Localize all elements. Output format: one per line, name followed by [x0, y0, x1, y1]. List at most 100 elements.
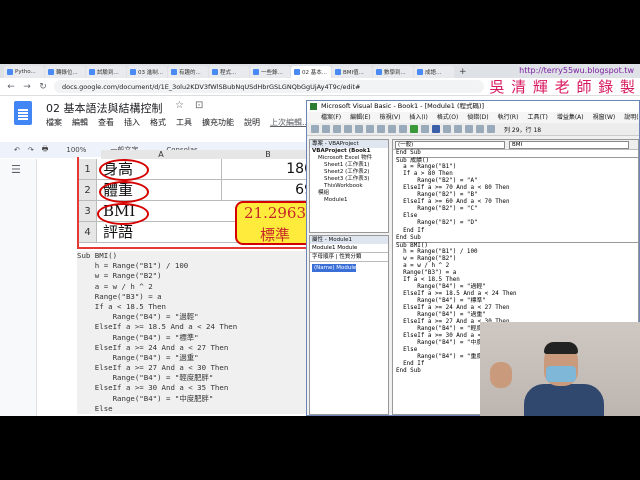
tab-label: 數學到... — [384, 70, 406, 76]
browser-tab[interactable]: 程式... — [209, 66, 249, 78]
browser-tab-active[interactable]: 02 基本... — [291, 66, 331, 78]
code-line: Range("B4") = "過重" — [77, 352, 309, 364]
vbe-menu-insert[interactable]: 插入(I) — [409, 112, 427, 123]
star-icon[interactable]: ☆ — [175, 100, 184, 111]
paste-icon[interactable] — [366, 125, 374, 133]
tree-item-vbaproject[interactable]: VBAProject (Book1 — [310, 148, 388, 155]
url-field[interactable]: docs.google.com/document/d/1E_3olu2KDV3f… — [54, 80, 484, 93]
vbe-menu-addins[interactable]: 增益集(A) — [557, 112, 584, 123]
vbe-menu-tools[interactable]: 工具(T) — [527, 112, 547, 123]
document-page[interactable]: A B 1 身高 180 2 體重 69 3 BMI 4 評語 21.2963 … — [36, 150, 337, 416]
menu-extensions[interactable]: 擴充功能 — [202, 117, 234, 128]
object-select[interactable]: (一般) — [395, 141, 505, 149]
save-icon[interactable] — [333, 125, 341, 133]
browser-tab[interactable]: 03 進制... — [127, 66, 167, 78]
tab-label: 程式... — [220, 70, 237, 76]
annotation-circle — [99, 159, 149, 181]
properties-tabs[interactable]: 字母順序 | 性質分類 — [310, 253, 388, 262]
tree-item-sheet2[interactable]: Sheet2 (工作表2) — [310, 169, 388, 176]
outline-icon[interactable]: ☰ — [11, 163, 21, 176]
browser-tab[interactable]: 一些錄... — [250, 66, 290, 78]
menu-file[interactable]: 檔案 — [46, 117, 62, 128]
menu-edit[interactable]: 編輯 — [72, 117, 88, 128]
code-line: Sub BMI() — [77, 251, 309, 262]
vbe-code-line: Range("B2") = "B" — [396, 192, 478, 199]
move-to-folder-icon[interactable]: ⊡ — [195, 100, 203, 111]
menu-format[interactable]: 格式 — [150, 117, 166, 128]
code-line: Range("B4") = "中度肥胖" — [77, 393, 309, 404]
vbe-menu-help[interactable]: 說明(H) — [624, 112, 639, 123]
vbe-code-line: Sub BMI() — [396, 241, 638, 249]
toolbox-icon[interactable] — [487, 125, 495, 133]
run-icon[interactable] — [410, 125, 418, 133]
procedure-select[interactable]: BMI — [509, 141, 629, 149]
menu-tools[interactable]: 工具 — [176, 117, 192, 128]
document-title[interactable]: 02 基本語法與結構控制 — [46, 100, 163, 116]
tree-item-sheet1[interactable]: Sheet1 (工作表1) — [310, 162, 388, 169]
insert-module-icon[interactable] — [322, 125, 330, 133]
project-explorer-icon[interactable] — [454, 125, 462, 133]
tree-item-module1[interactable]: Module1 — [310, 197, 388, 204]
print-icon[interactable]: 🖶 — [42, 145, 49, 156]
menu-insert[interactable]: 插入 — [124, 117, 140, 128]
cursor-position: 列 29，行 18 — [504, 126, 542, 134]
browser-tab[interactable]: 試驗到... — [86, 66, 126, 78]
tree-item-modules[interactable]: 模組 — [310, 190, 388, 197]
vbe-title-bar[interactable]: Microsoft Visual Basic - Book1 - [Module… — [307, 101, 639, 112]
back-icon[interactable]: ← — [6, 82, 16, 92]
property-name-row[interactable]: (Name) Module1 — [312, 264, 356, 272]
cut-icon[interactable] — [344, 125, 352, 133]
vbe-menu-format[interactable]: 格式(O) — [437, 112, 458, 123]
break-icon[interactable] — [421, 125, 429, 133]
undo-icon[interactable]: ↶ — [14, 146, 20, 154]
tree-item-excel-objects[interactable]: Microsoft Excel 物件 — [310, 155, 388, 162]
browser-tab[interactable]: Pytho... — [4, 66, 44, 78]
browser-tab[interactable]: 數學到... — [373, 66, 413, 78]
cell-b1: 180 — [221, 159, 315, 179]
vbe-menu-debug[interactable]: 偵錯(D) — [467, 112, 488, 123]
tree-item-thisworkbook[interactable]: ThisWorkbook — [310, 183, 388, 190]
vbe-menu-file[interactable]: 檔案(F) — [321, 112, 341, 123]
excel-view-icon[interactable] — [311, 125, 319, 133]
presenter-mask — [546, 366, 576, 382]
tree-item-sheet3[interactable]: Sheet3 (工作表3) — [310, 176, 388, 183]
vbe-code-line: Range("B2") = "C" — [396, 206, 478, 213]
undo-icon[interactable] — [388, 125, 396, 133]
vbe-menu-view[interactable]: 檢視(V) — [380, 112, 401, 123]
row-number: 3 — [79, 201, 97, 221]
vbe-code-line: Range("B4") = "過重" — [396, 312, 486, 319]
vbe-menu-run[interactable]: 執行(R) — [498, 112, 519, 123]
copy-icon[interactable] — [355, 125, 363, 133]
menu-view[interactable]: 查看 — [98, 117, 114, 128]
properties-object-select[interactable]: Module1 Module — [310, 244, 388, 253]
reload-icon[interactable]: ↻ — [38, 82, 48, 92]
find-icon[interactable] — [377, 125, 385, 133]
properties-icon[interactable] — [465, 125, 473, 133]
favicon-icon — [294, 69, 300, 75]
browser-tab[interactable]: BMI值... — [332, 66, 372, 78]
code-line: ElseIf a >= 18.5 And a < 24 Then — [77, 322, 309, 333]
redo-icon[interactable]: ↷ — [28, 146, 34, 154]
column-header-b: B — [221, 150, 315, 159]
vbe-toolbar: 列 29，行 18 — [307, 123, 639, 136]
vbe-menu-window[interactable]: 視窗(W) — [593, 112, 616, 123]
last-edit-link[interactable]: 上次編輯... — [270, 117, 310, 128]
object-browser-icon[interactable] — [476, 125, 484, 133]
screen: Pytho... 轉錄位... 試驗到... 03 進制... 有趣的... 程… — [0, 64, 640, 416]
menu-help[interactable]: 說明 — [244, 117, 260, 128]
zoom-select[interactable]: 100% — [66, 146, 86, 154]
watermark-name: 吳 清 輝 老 師 錄 製 — [489, 78, 636, 96]
browser-tab[interactable]: 轉錄位... — [45, 66, 85, 78]
design-mode-icon[interactable] — [443, 125, 451, 133]
vbe-menu-edit[interactable]: 編輯(E) — [350, 112, 370, 123]
vbe-code-line: Sub 成績() — [396, 157, 638, 164]
docs-logo-icon[interactable] — [14, 101, 32, 125]
document-code-block: Sub BMI() h = Range("B1") / 100 w = Rang… — [77, 251, 309, 414]
redo-icon[interactable] — [399, 125, 407, 133]
row-number: 4 — [79, 222, 97, 242]
vbe-code-line: a = w / h ^ 2 — [396, 262, 450, 269]
browser-tab[interactable]: 成語... — [414, 66, 454, 78]
browser-tab[interactable]: 有趣的... — [168, 66, 208, 78]
forward-icon[interactable]: → — [22, 82, 32, 92]
reset-icon[interactable] — [432, 125, 440, 133]
